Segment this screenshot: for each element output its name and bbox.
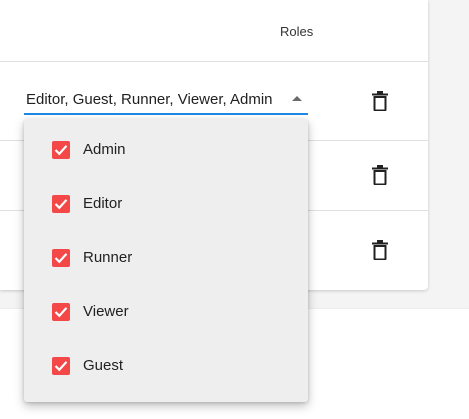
option-label: Guest [83,357,124,374]
trash-icon [372,91,388,111]
check-icon [54,361,68,372]
roles-dropdown-menu: Admin Editor Runner Viewer Guest [24,119,308,402]
option-label: Runner [83,249,133,266]
checkbox[interactable] [52,141,70,159]
option-label: Admin [83,141,126,158]
roles-column-header: Roles [280,24,314,39]
menu-option-admin[interactable]: Admin [24,124,308,178]
arrow-up-icon [292,96,302,101]
delete-button[interactable] [372,165,388,185]
menu-option-viewer[interactable]: Viewer [24,286,308,340]
roles-select[interactable]: Editor, Guest, Runner, Viewer, Admin [24,84,308,115]
roles-select-value: Editor, Guest, Runner, Viewer, Admin [26,91,273,108]
trash-icon [372,240,388,260]
trash-icon [372,165,388,185]
checkbox[interactable] [52,249,70,267]
table-header: Roles [0,0,428,62]
check-icon [54,199,68,210]
menu-option-editor[interactable]: Editor [24,178,308,232]
menu-option-guest[interactable]: Guest [24,340,308,394]
check-icon [54,145,68,156]
check-icon [54,307,68,318]
checkbox[interactable] [52,195,70,213]
delete-button[interactable] [372,91,388,111]
checkbox[interactable] [52,303,70,321]
option-label: Editor [83,195,123,212]
menu-option-runner[interactable]: Runner [24,232,308,286]
option-label: Viewer [83,303,129,320]
check-icon [54,253,68,264]
checkbox[interactable] [52,357,70,375]
delete-button[interactable] [372,240,388,260]
